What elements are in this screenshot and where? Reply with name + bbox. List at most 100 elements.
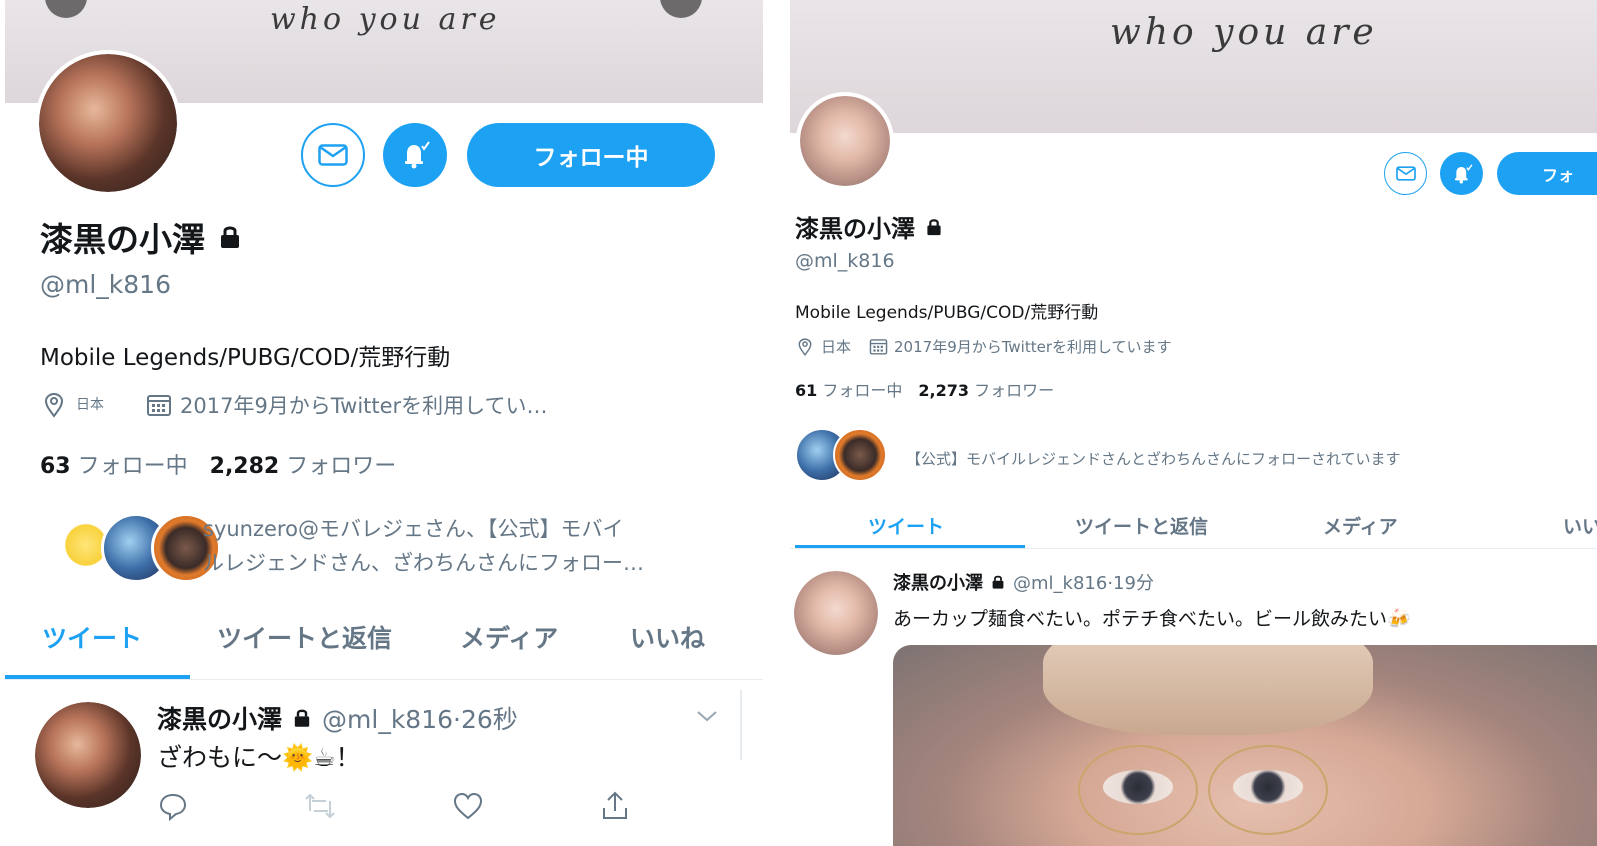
tweet-item[interactable]: 漆黒の小澤 @ml_k816·19分 あーカップ麺食べたい。ポテチ食べたい。ビー…: [790, 549, 1597, 846]
photo-glasses-right: [1208, 745, 1328, 835]
profile-meta: 日本 2017年9月からTwitterを利用してい…: [40, 390, 548, 420]
tweet-text: あーカップ麺食べたい。ポテチ食べたい。ビール飲みたい🍻: [893, 608, 1411, 630]
tweet-handle-time: @ml_k816·26秒: [322, 705, 518, 734]
following-count: 63: [40, 454, 71, 479]
joined-item: 2017年9月からTwitterを利用してい…: [146, 390, 548, 420]
message-button[interactable]: [301, 123, 365, 187]
tweet-avatar[interactable]: [792, 569, 880, 657]
profile-handle: @ml_k816: [795, 250, 895, 272]
lock-icon: [294, 709, 310, 727]
tweet-header: 漆黒の小澤 @ml_k816·26秒: [157, 700, 518, 736]
profile-bio: Mobile Legends/PUBG/COD/荒野行動: [795, 303, 1099, 323]
followed-by-text: syunzero@モバレジェさん、【公式】モバイ ルレジェンドさん、ざわちんさん…: [203, 517, 644, 575]
tweet-avatar[interactable]: [33, 700, 143, 810]
retweet-button[interactable]: [302, 788, 338, 824]
joined-item: 2017年9月からTwitterを利用しています: [869, 336, 1172, 357]
followed-by-avatars[interactable]: [53, 510, 221, 585]
bell-icon: [405, 141, 430, 169]
lock-icon: [992, 575, 1004, 589]
tab-tweets-replies[interactable]: ツイートと返信: [217, 619, 392, 655]
followed-by-text: 【公式】モバイルレジェンドさんとざわちんさんにフォローされています: [906, 450, 1401, 468]
like-button[interactable]: [450, 788, 486, 824]
share-icon: [603, 791, 627, 819]
joined-text: 2017年9月からTwitterを利用しています: [894, 338, 1172, 356]
following-count-link[interactable]: 61 フォロー中: [795, 377, 902, 401]
profile-screenshot-right: who you are フォ 漆黒の小澤 @ml_k816 Mobile Leg…: [790, 0, 1597, 846]
follow-counts: 61 フォロー中 2,273 フォロワー: [795, 377, 1054, 401]
scrollbar[interactable]: [740, 690, 742, 760]
joined-text: 2017年9月からTwitterを利用してい…: [180, 394, 548, 418]
following-label: フォロー中: [77, 454, 188, 479]
tweet-item[interactable]: 漆黒の小澤 @ml_k816·26秒 ざわもに〜🌞☕！: [5, 680, 763, 846]
profile-banner: who you are: [790, 0, 1597, 133]
tab-tweets-replies[interactable]: ツイートと返信: [1075, 512, 1208, 539]
message-button[interactable]: [1384, 152, 1427, 195]
reply-button[interactable]: [155, 788, 191, 824]
location-text: 日本: [821, 338, 852, 356]
follow-counts: 63 フォロー中 2,282 フォロワー: [40, 448, 396, 480]
tweet-photo[interactable]: [893, 645, 1597, 846]
profile-meta: 日本 2017年9月からTwitterを利用しています: [795, 336, 1172, 357]
banner-text: who you are: [1110, 12, 1378, 53]
like-icon: [453, 792, 483, 820]
reply-icon: [159, 793, 187, 821]
followers-count-link[interactable]: 2,273 フォロワー: [918, 377, 1054, 401]
followers-count: 2,282: [209, 454, 280, 479]
followers-count: 2,273: [918, 381, 969, 400]
tab-tweets[interactable]: ツイート: [868, 512, 944, 539]
mail-icon: [1395, 166, 1416, 181]
location-pin-icon: [44, 392, 64, 418]
display-name-row: 漆黒の小澤: [40, 213, 245, 261]
display-name-row: 漆黒の小澤: [795, 209, 945, 244]
share-button[interactable]: [597, 788, 633, 824]
following-button[interactable]: フォ: [1497, 152, 1597, 195]
profile-handle: @ml_k816: [40, 270, 171, 299]
chevron-down-icon[interactable]: [695, 708, 719, 724]
location-text: 日本: [76, 397, 104, 413]
photo-glasses-left: [1078, 745, 1198, 835]
followers-label: フォロワー: [286, 454, 397, 479]
profile-screenshot-left: who you are フォロー中 漆黒の小澤 @ml_k816 Mobile …: [5, 0, 763, 846]
retweet-icon: [305, 793, 335, 819]
photo-hair: [1043, 645, 1373, 735]
profile-bio: Mobile Legends/PUBG/COD/荒野行動: [40, 345, 451, 371]
tweet-author-name: 漆黒の小澤: [893, 573, 983, 594]
location-pin-icon: [798, 337, 812, 356]
profile-avatar[interactable]: [796, 92, 894, 190]
tab-tweets[interactable]: ツイート: [42, 619, 142, 655]
tab-likes[interactable]: いい: [1563, 512, 1597, 539]
following-label: フォロー中: [822, 381, 903, 400]
tweet-author-name: 漆黒の小澤: [157, 705, 283, 734]
profile-tabs: ツイート ツイートと返信 メディア いいね: [5, 617, 763, 657]
tab-media[interactable]: メディア: [460, 619, 558, 655]
profile-avatar[interactable]: [35, 50, 181, 196]
bell-icon: [1454, 163, 1472, 184]
display-name: 漆黒の小澤: [40, 220, 205, 259]
lock-icon: [221, 226, 239, 248]
followers-label: フォロワー: [974, 381, 1055, 400]
notifications-button[interactable]: [383, 123, 447, 187]
more-button[interactable]: [660, 0, 702, 18]
location-item: 日本: [795, 336, 851, 357]
follower-avatar: [833, 428, 887, 482]
banner-text: who you are: [270, 2, 501, 37]
calendar-icon: [869, 339, 888, 355]
calendar-icon: [147, 395, 171, 416]
lock-icon: [927, 218, 941, 235]
tweet-handle-time: @ml_k816·19分: [1013, 573, 1154, 594]
followed-by-avatars[interactable]: [795, 428, 895, 484]
location-item: 日本: [40, 391, 104, 419]
mail-icon: [318, 144, 348, 166]
tab-likes[interactable]: いいね: [630, 619, 705, 655]
tweet-text: ざわもに〜🌞☕！: [157, 743, 361, 772]
tab-media[interactable]: メディア: [1323, 512, 1398, 539]
tweet-header: 漆黒の小澤 @ml_k816·19分: [893, 569, 1154, 595]
display-name: 漆黒の小澤: [795, 215, 915, 243]
profile-tabs: ツイート ツイートと返信 メディア いい: [790, 510, 1597, 540]
followers-count-link[interactable]: 2,282 フォロワー: [210, 448, 397, 480]
following-button[interactable]: フォロー中: [467, 123, 715, 187]
back-button[interactable]: [45, 0, 87, 18]
notifications-button[interactable]: [1440, 152, 1483, 195]
following-count: 61: [795, 381, 818, 400]
following-count-link[interactable]: 63 フォロー中: [40, 448, 188, 480]
